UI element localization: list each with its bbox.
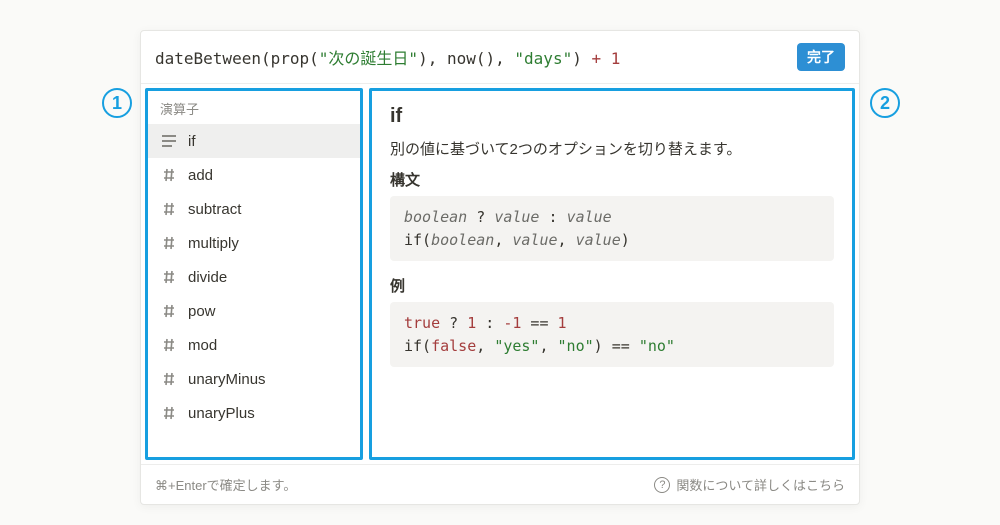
hash-icon: [160, 200, 178, 218]
operator-item-unaryminus[interactable]: unaryMinus: [148, 362, 360, 396]
hash-icon: [160, 336, 178, 354]
operator-item-divide[interactable]: divide: [148, 260, 360, 294]
example-heading: 例: [390, 275, 834, 296]
operator-item-if[interactable]: if: [148, 124, 360, 158]
detail-title: if: [390, 105, 834, 128]
footer: ⌘+Enterで確定します。 ? 関数について詳しくはこちら: [141, 464, 859, 504]
hash-icon: [160, 370, 178, 388]
lines-icon: [160, 132, 178, 150]
example-block: true ? 1 : -1 == 1 if(false, "yes", "no"…: [390, 302, 834, 367]
help-icon: ?: [654, 477, 670, 493]
operator-label: unaryMinus: [188, 371, 266, 388]
operator-label: unaryPlus: [188, 405, 255, 422]
operator-item-pow[interactable]: pow: [148, 294, 360, 328]
hash-icon: [160, 234, 178, 252]
help-link[interactable]: ? 関数について詳しくはこちら: [654, 475, 845, 494]
formula-editor: dateBetween(prop("次の誕生日"), now(), "days"…: [140, 30, 860, 505]
hash-icon: [160, 404, 178, 422]
operator-panel: 演算子 if add su: [145, 88, 363, 460]
operator-label: mod: [188, 337, 217, 354]
operator-item-unaryplus[interactable]: unaryPlus: [148, 396, 360, 430]
operator-list[interactable]: if add subtract: [148, 124, 360, 457]
help-link-label: 関数について詳しくはこちら: [676, 475, 845, 494]
operator-label: subtract: [188, 201, 241, 218]
operator-item-subtract[interactable]: subtract: [148, 192, 360, 226]
annotation-1: 1: [102, 88, 132, 118]
syntax-heading: 構文: [390, 169, 834, 190]
operator-item-multiply[interactable]: multiply: [148, 226, 360, 260]
annotation-2: 2: [870, 88, 900, 118]
operator-item-add[interactable]: add: [148, 158, 360, 192]
hash-icon: [160, 268, 178, 286]
operator-label: multiply: [188, 235, 239, 252]
operator-label: divide: [188, 269, 227, 286]
detail-description: 別の値に基づいて2つのオプションを切り替えます。: [390, 138, 834, 159]
hash-icon: [160, 302, 178, 320]
operator-label: add: [188, 167, 213, 184]
operator-panel-header: 演算子: [148, 91, 360, 124]
formula-input[interactable]: dateBetween(prop("次の誕生日"), now(), "days"…: [155, 45, 789, 69]
operator-label: pow: [188, 303, 216, 320]
panels: 演算子 if add su: [141, 84, 859, 464]
keyboard-hint: ⌘+Enterで確定します。: [155, 475, 296, 494]
syntax-block: boolean ? value : value if(boolean, valu…: [390, 196, 834, 261]
detail-panel: if 別の値に基づいて2つのオプションを切り替えます。 構文 boolean ?…: [369, 88, 855, 460]
formula-input-row: dateBetween(prop("次の誕生日"), now(), "days"…: [141, 31, 859, 84]
hash-icon: [160, 166, 178, 184]
operator-label: if: [188, 133, 196, 150]
done-button[interactable]: 完了: [797, 43, 845, 71]
operator-item-mod[interactable]: mod: [148, 328, 360, 362]
